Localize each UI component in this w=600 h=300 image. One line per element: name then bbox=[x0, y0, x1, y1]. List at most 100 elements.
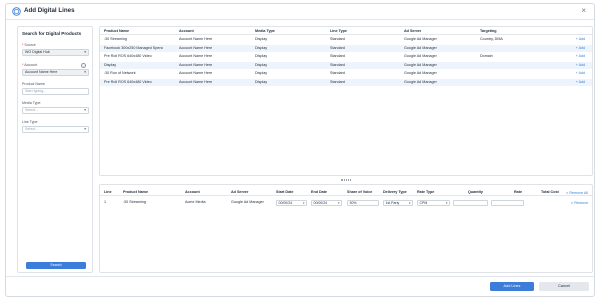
search-button[interactable]: Search bbox=[26, 262, 86, 269]
add-product-button[interactable]: + Add bbox=[576, 53, 585, 60]
col-account: Account bbox=[185, 190, 200, 194]
add-lines-icon bbox=[12, 7, 21, 16]
lines-table: Line Product Name Account Ad Server Star… bbox=[99, 184, 593, 273]
product-ad-server: Google Ad Manager bbox=[404, 71, 437, 76]
product-name-input[interactable]: Start typing... bbox=[22, 88, 89, 95]
line-account: Acme Media bbox=[185, 200, 206, 204]
rate-input[interactable] bbox=[491, 199, 524, 206]
end-date-value: 00/00/24 bbox=[313, 200, 328, 205]
chevron-down-icon: ▾ bbox=[84, 127, 86, 131]
dialog-header: Add Digital Lines × bbox=[6, 4, 594, 20]
product-name: :30 Streaming bbox=[104, 37, 127, 41]
product-ad-server: Google Ad Manager bbox=[404, 54, 437, 59]
product-line-type: Standard bbox=[330, 80, 345, 84]
line-ad-server: Google Ad Manager bbox=[231, 200, 264, 204]
chevron-down-icon: ▾ bbox=[84, 50, 86, 54]
search-panel: Search for Digital Products * Source WO … bbox=[17, 26, 93, 273]
product-line-type: Standard bbox=[330, 62, 345, 67]
search-panel-title: Search for Digital Products bbox=[22, 31, 82, 36]
product-line-type: Standard bbox=[330, 71, 345, 76]
col-targeting: Targeting bbox=[480, 29, 497, 33]
col-start-date: Start Date bbox=[276, 190, 294, 194]
col-product-name: Product Name bbox=[123, 190, 148, 194]
product-name: Display bbox=[104, 62, 117, 67]
products-header-row: Product Name Account Media Type Line Typ… bbox=[100, 28, 592, 35]
end-date-input[interactable]: 00/00/24 ▾ bbox=[311, 199, 342, 206]
start-date-value: 00/00/24 bbox=[278, 200, 293, 205]
share-of-voice-input[interactable]: 30% bbox=[347, 199, 379, 206]
add-product-button[interactable]: + Add bbox=[576, 62, 585, 69]
add-product-button[interactable]: + Add bbox=[576, 45, 585, 52]
account-value: Account Name Here bbox=[25, 70, 58, 74]
chevron-down-icon: ▾ bbox=[84, 70, 86, 74]
table-row: Pre Roll ROS 640x480 Video Account Name H… bbox=[100, 79, 592, 86]
col-quantity: Quantity bbox=[468, 190, 483, 194]
line-product: :30 Streaming bbox=[123, 200, 146, 204]
product-name: Facebook 300x250 Managed Spend bbox=[104, 45, 164, 50]
product-account: Account Name Here bbox=[179, 62, 213, 67]
dialog-title: Add Digital Lines bbox=[24, 7, 75, 14]
resize-handle[interactable] bbox=[341, 179, 351, 181]
product-name: :30 Run of Network bbox=[104, 71, 136, 76]
chevron-down-icon: ▾ bbox=[408, 200, 411, 205]
product-account: Account Name Here bbox=[179, 54, 213, 59]
product-account: Account Name Here bbox=[179, 71, 213, 76]
col-account: Account bbox=[179, 29, 194, 33]
col-ad-server: Ad Server bbox=[231, 190, 249, 194]
delivery-type-value: 1st Party bbox=[385, 200, 400, 205]
remove-all-label: Remove All bbox=[569, 191, 588, 195]
col-total-cost: Total Cost bbox=[541, 190, 559, 194]
add-product-button[interactable]: + Add bbox=[576, 36, 585, 43]
products-table: Product Name Account Media Type Line Typ… bbox=[99, 26, 593, 176]
lines-header-row: Line Product Name Account Ad Server Star… bbox=[100, 189, 592, 196]
rate-type-value: CPM bbox=[419, 200, 428, 205]
chevron-down-icon: ▾ bbox=[445, 200, 448, 205]
quantity-input[interactable] bbox=[453, 199, 488, 206]
rate-type-select[interactable]: CPM ▾ bbox=[417, 199, 450, 206]
account-select[interactable]: Account Name Here ▾ bbox=[22, 69, 89, 76]
add-product-button[interactable]: + Add bbox=[576, 70, 585, 77]
product-name: Pre Roll ROS 640x480 Video bbox=[104, 54, 152, 59]
line-type-placeholder: Select... bbox=[25, 127, 38, 131]
product-name: Pre Roll ROS 640x480 Video bbox=[104, 80, 152, 84]
close-icon: × bbox=[570, 200, 574, 205]
line-number: 1 bbox=[104, 200, 107, 204]
close-icon[interactable]: × bbox=[581, 6, 586, 16]
delivery-type-select[interactable]: 1st Party ▾ bbox=[383, 199, 413, 206]
product-media-type: Display bbox=[255, 45, 268, 50]
table-row: :30 Run of Network Account Name Here Displ… bbox=[100, 70, 592, 77]
col-share-of-voice: Share of Voice bbox=[347, 190, 373, 194]
col-rate-type: Rate Type bbox=[417, 190, 435, 194]
remove-all-button[interactable]: ×Remove All bbox=[566, 189, 588, 197]
product-line-type: Standard bbox=[330, 45, 345, 50]
cancel-button[interactable]: Cancel bbox=[539, 282, 589, 291]
col-line: Line bbox=[104, 190, 112, 194]
source-label-text: Source bbox=[24, 43, 36, 47]
source-label: * Source bbox=[22, 43, 36, 47]
product-line-type: Standard bbox=[330, 37, 345, 41]
chevron-down-icon: ▾ bbox=[84, 108, 86, 112]
account-label-text: Account bbox=[24, 63, 38, 67]
add-lines-button[interactable]: Add Lines bbox=[490, 282, 534, 291]
start-date-input[interactable]: 00/00/24 ▾ bbox=[276, 199, 307, 206]
close-icon: × bbox=[566, 190, 569, 195]
remove-label: Remove bbox=[574, 201, 588, 205]
line-type-label: Line Type bbox=[22, 120, 38, 124]
col-media-type: Media Type bbox=[255, 29, 275, 33]
product-ad-server: Google Ad Manager bbox=[404, 80, 437, 84]
chevron-down-icon: ▾ bbox=[302, 200, 305, 205]
product-media-type: Display bbox=[255, 80, 268, 84]
media-type-select[interactable]: Select... ▾ bbox=[22, 107, 89, 114]
add-digital-lines-dialog: Add Digital Lines × Search for Digital P… bbox=[5, 3, 595, 297]
product-ad-server: Google Ad Manager bbox=[404, 62, 437, 67]
remove-line-button[interactable]: ×Remove bbox=[571, 198, 588, 208]
info-icon[interactable]: i bbox=[81, 62, 86, 68]
product-ad-server: Google Ad Manager bbox=[404, 45, 437, 50]
dialog-footer: Add Lines Cancel bbox=[6, 276, 594, 296]
line-type-select[interactable]: Select... ▾ bbox=[22, 126, 89, 133]
source-select[interactable]: WO Digital Hub ▾ bbox=[22, 49, 89, 56]
chevron-down-icon: ▾ bbox=[337, 200, 340, 205]
table-row: Display Account Name Here Display Standard G… bbox=[100, 61, 592, 69]
add-product-button[interactable]: + Add bbox=[576, 79, 585, 86]
product-account: Account Name Here bbox=[179, 37, 213, 41]
